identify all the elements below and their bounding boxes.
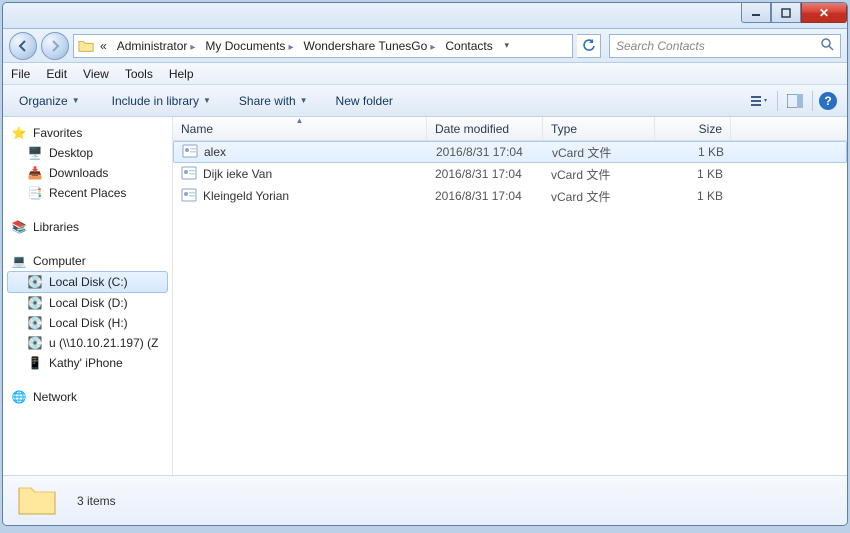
libraries-icon: 📚 xyxy=(11,219,27,235)
drive-icon: 💽 xyxy=(27,315,43,331)
drive-icon: 💽 xyxy=(27,295,43,311)
nav-local-disk-h[interactable]: 💽Local Disk (H:) xyxy=(7,313,168,333)
breadcrumb-item[interactable]: Contacts xyxy=(441,37,496,55)
explorer-window: ✕ « Administrator My Documents Wondersha… xyxy=(2,2,848,526)
navigation-pane: ⭐ Favorites 🖥️Desktop 📥Downloads 📑Recent… xyxy=(3,117,173,475)
view-options-button[interactable] xyxy=(749,90,771,112)
address-bar[interactable]: « Administrator My Documents Wondershare… xyxy=(73,34,573,58)
close-button[interactable]: ✕ xyxy=(801,3,847,23)
refresh-button[interactable] xyxy=(577,34,601,58)
downloads-icon: 📥 xyxy=(27,165,43,181)
breadcrumb-item[interactable]: My Documents xyxy=(201,37,297,55)
menu-edit[interactable]: Edit xyxy=(46,67,67,81)
star-icon: ⭐ xyxy=(11,125,27,141)
file-type: vCard 文件 xyxy=(543,166,655,183)
file-type: vCard 文件 xyxy=(543,188,655,205)
col-size[interactable]: Size xyxy=(655,117,731,140)
favorites-group[interactable]: ⭐ Favorites xyxy=(7,123,168,143)
nav-local-disk-c[interactable]: 💽Local Disk (C:) xyxy=(7,271,168,293)
column-headers: Name ▲ Date modified Type Size xyxy=(173,117,847,141)
share-with-button[interactable]: Share with▼ xyxy=(233,90,314,112)
file-row[interactable]: Dijk ieke Van 2016/8/31 17:04vCard 文件1 KB xyxy=(173,163,847,185)
libraries-group[interactable]: 📚 Libraries xyxy=(7,217,168,237)
vcard-icon xyxy=(181,187,197,206)
details-pane: 3 items xyxy=(3,475,847,525)
network-group[interactable]: 🌐 Network xyxy=(7,387,168,407)
file-type: vCard 文件 xyxy=(544,144,656,161)
maximize-button[interactable] xyxy=(771,3,801,23)
organize-button[interactable]: Organize▼ xyxy=(13,90,86,112)
sort-asc-icon: ▲ xyxy=(296,116,304,125)
file-date: 2016/8/31 17:04 xyxy=(427,189,543,203)
file-list-pane: Name ▲ Date modified Type Size alex 2016/… xyxy=(173,117,847,475)
computer-icon: 💻 xyxy=(11,253,27,269)
file-size: 1 KB xyxy=(655,189,731,203)
breadcrumb-item[interactable]: Administrator xyxy=(113,37,200,55)
nav-local-disk-d[interactable]: 💽Local Disk (D:) xyxy=(7,293,168,313)
forward-button[interactable] xyxy=(41,32,69,60)
body: ⭐ Favorites 🖥️Desktop 📥Downloads 📑Recent… xyxy=(3,117,847,475)
file-name: Kleingeld Yorian xyxy=(203,189,289,203)
vcard-icon xyxy=(181,165,197,184)
minimize-button[interactable] xyxy=(741,3,771,23)
file-size: 1 KB xyxy=(655,167,731,181)
col-type[interactable]: Type xyxy=(543,117,655,140)
file-size: 1 KB xyxy=(656,145,732,159)
search-placeholder: Search Contacts xyxy=(616,39,705,53)
address-dropdown[interactable]: ▾ xyxy=(499,40,515,51)
search-icon xyxy=(820,37,834,54)
network-icon: 🌐 xyxy=(11,389,27,405)
menu-tools[interactable]: Tools xyxy=(125,67,153,81)
file-name: Dijk ieke Van xyxy=(203,167,272,181)
vcard-icon xyxy=(182,143,198,162)
nav-iphone[interactable]: 📱Kathy' iPhone xyxy=(7,353,168,373)
file-row[interactable]: Kleingeld Yorian 2016/8/31 17:04vCard 文件1… xyxy=(173,185,847,207)
new-folder-button[interactable]: New folder xyxy=(330,90,399,112)
nav-desktop[interactable]: 🖥️Desktop xyxy=(7,143,168,163)
computer-group[interactable]: 💻 Computer xyxy=(7,251,168,271)
window-controls: ✕ xyxy=(741,3,847,23)
menu-help[interactable]: Help xyxy=(169,67,194,81)
file-name: alex xyxy=(204,145,226,159)
phone-icon: 📱 xyxy=(27,355,43,371)
titlebar: ✕ xyxy=(3,3,847,29)
netdrive-icon: 💽 xyxy=(27,335,43,351)
back-button[interactable] xyxy=(9,32,37,60)
menu-view[interactable]: View xyxy=(83,67,109,81)
nav-recent-places[interactable]: 📑Recent Places xyxy=(7,183,168,203)
recent-icon: 📑 xyxy=(27,185,43,201)
help-button[interactable]: ? xyxy=(819,92,837,110)
file-date: 2016/8/31 17:04 xyxy=(428,145,544,159)
menubar: File Edit View Tools Help xyxy=(3,63,847,85)
file-date: 2016/8/31 17:04 xyxy=(427,167,543,181)
navbar: « Administrator My Documents Wondershare… xyxy=(3,29,847,63)
menu-file[interactable]: File xyxy=(11,67,30,81)
breadcrumb-item[interactable]: Wondershare TunesGo xyxy=(299,37,439,55)
folder-icon xyxy=(78,38,94,54)
drive-icon: 💽 xyxy=(27,274,43,290)
big-folder-icon xyxy=(17,482,57,519)
include-library-button[interactable]: Include in library▼ xyxy=(106,90,217,112)
file-row[interactable]: alex 2016/8/31 17:04vCard 文件1 KB xyxy=(173,141,847,163)
nav-network-drive[interactable]: 💽u (\\10.10.21.197) (Z xyxy=(7,333,168,353)
search-input[interactable]: Search Contacts xyxy=(609,34,841,58)
desktop-icon: 🖥️ xyxy=(27,145,43,161)
col-name[interactable]: Name ▲ xyxy=(173,117,427,140)
breadcrumb-prefix: « xyxy=(96,37,111,55)
nav-downloads[interactable]: 📥Downloads xyxy=(7,163,168,183)
toolbar: Organize▼ Include in library▼ Share with… xyxy=(3,85,847,117)
preview-pane-button[interactable] xyxy=(784,90,806,112)
col-date[interactable]: Date modified xyxy=(427,117,543,140)
item-count: 3 items xyxy=(77,494,116,508)
